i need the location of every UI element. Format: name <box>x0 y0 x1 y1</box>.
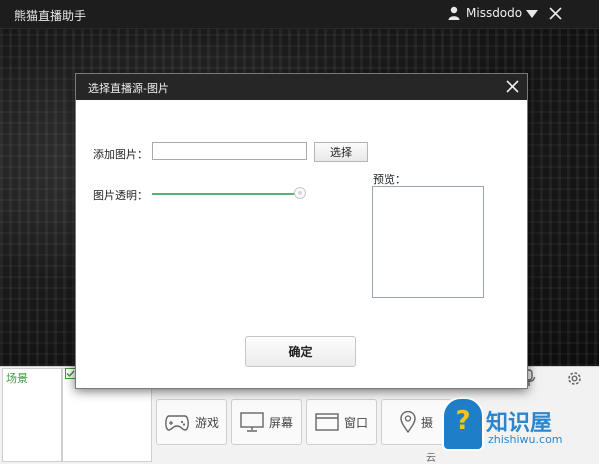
confirm-button[interactable]: 确定 <box>245 336 356 367</box>
source-screen-button[interactable]: 屏幕 <box>231 399 302 445</box>
location-pin-icon <box>400 411 416 433</box>
window-icon <box>315 413 339 431</box>
dialog-title: 选择直播源-图片 <box>88 82 169 95</box>
source-window-button[interactable]: 窗口 <box>306 399 377 445</box>
transparency-slider-track[interactable] <box>152 193 300 195</box>
source-screen-label: 屏幕 <box>268 415 293 430</box>
source-window-label: 窗口 <box>343 415 368 430</box>
app-title: 熊猫直播助手 <box>14 9 87 23</box>
user-menu[interactable]: Missdodo <box>448 6 522 20</box>
question-badge-icon: ? <box>442 397 484 451</box>
select-button[interactable]: 选择 <box>314 142 368 162</box>
dialog-header: 选择直播源-图片 <box>76 74 527 100</box>
source-game-label: 游戏 <box>194 415 219 430</box>
gear-icon[interactable] <box>566 370 583 387</box>
preview-box <box>372 186 484 298</box>
app-title-bar: 熊猫直播助手 Missdodo <box>0 0 599 29</box>
cloud-text: 云 <box>426 453 436 464</box>
gamepad-icon <box>165 415 189 431</box>
select-source-dialog: 选择直播源-图片 添加图片： 选择 图片透明： 预览： 确定 <box>75 73 528 389</box>
user-icon <box>448 6 460 20</box>
scene-label: 场景 <box>6 372 28 385</box>
source-game-button[interactable]: 游戏 <box>156 399 227 445</box>
monitor-icon <box>240 412 264 432</box>
source-camera-label: 摄 <box>420 415 433 430</box>
dropdown-arrow-icon[interactable] <box>526 9 538 19</box>
transparency-label: 图片透明： <box>93 189 148 202</box>
close-icon[interactable] <box>549 7 562 20</box>
close-icon[interactable] <box>506 80 519 93</box>
username: Missdodo <box>466 6 523 20</box>
transparency-slider-thumb[interactable] <box>294 187 306 199</box>
add-image-label: 添加图片： <box>93 148 148 161</box>
image-path-input[interactable] <box>152 142 307 160</box>
watermark-domain: zhishiwu.com <box>488 433 563 446</box>
watermark-logo: ? 知识屋 zhishiwu.com <box>442 397 594 455</box>
preview-label: 预览： <box>373 173 406 186</box>
